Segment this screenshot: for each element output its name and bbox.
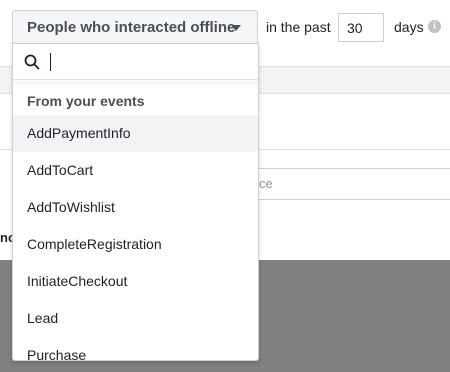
- menu-item-label: Lead: [27, 310, 59, 326]
- menu-item-label: AddPaymentInfo: [27, 125, 131, 141]
- search-icon: [24, 54, 40, 70]
- audience-dropdown-label: People who interacted offline: [27, 18, 236, 36]
- menu-separator: [13, 81, 258, 85]
- menu-item-initiatecheckout[interactable]: InitiateCheckout: [13, 263, 258, 300]
- menu-item-addtowishlist[interactable]: AddToWishlist: [13, 189, 258, 226]
- audience-dropdown[interactable]: People who interacted offline: [12, 10, 258, 44]
- menu-item-lead[interactable]: Lead: [13, 300, 258, 337]
- menu-item-label: Purchase: [27, 347, 87, 361]
- page: People who interacted offline in the pas…: [0, 0, 450, 372]
- info-icon[interactable]: i: [428, 20, 441, 33]
- menu-item-label: InitiateCheckout: [27, 273, 128, 289]
- menu-item-purchase[interactable]: Purchase: [13, 337, 258, 361]
- section-header: From your events: [27, 93, 145, 109]
- menu-item-label: AddToWishlist: [27, 199, 115, 215]
- menu-item-label: CompleteRegistration: [27, 236, 162, 252]
- menu-item-label: AddToCart: [27, 162, 94, 178]
- menu-item-completeregistration[interactable]: CompleteRegistration: [13, 226, 258, 263]
- in-the-past-label: in the past: [266, 19, 331, 35]
- menu-search-input[interactable]: [13, 44, 258, 80]
- text-cursor: [50, 53, 51, 71]
- caret-down-icon: [231, 25, 241, 31]
- days-input[interactable]: [338, 13, 384, 42]
- audience-dropdown-menu: From your events AddPaymentInfo AddToCar…: [12, 43, 259, 361]
- menu-item-addtocart[interactable]: AddToCart: [13, 152, 258, 189]
- menu-item-addpaymentinfo[interactable]: AddPaymentInfo: [13, 115, 258, 152]
- days-label: days: [394, 19, 424, 35]
